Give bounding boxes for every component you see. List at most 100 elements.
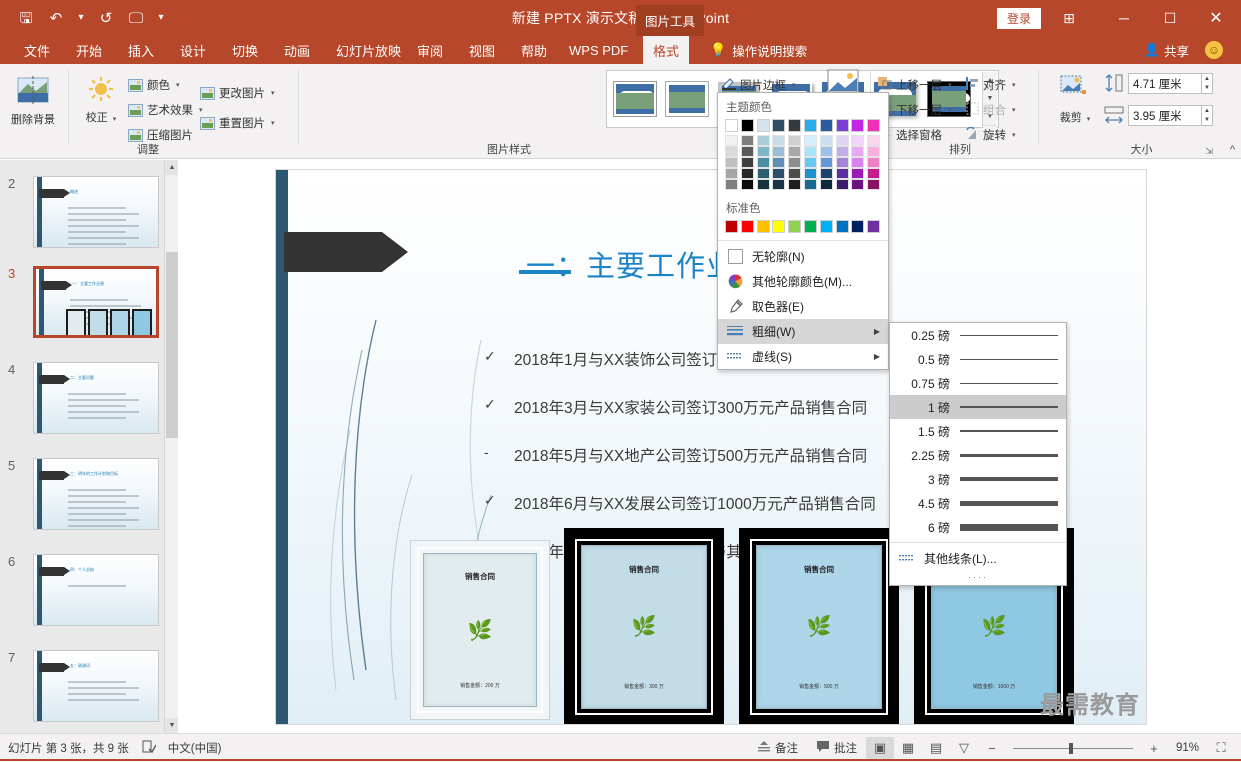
thumbnail-image[interactable]: 概述 [33, 176, 159, 248]
theme-color-swatch[interactable] [772, 146, 786, 157]
standard-color-swatch[interactable] [819, 220, 833, 233]
stepper-down-icon[interactable]: ▼ [1202, 84, 1212, 94]
standard-color-swatch[interactable] [772, 220, 786, 233]
color-button[interactable]: 颜色 ▾ [128, 74, 180, 96]
theme-colors-grid[interactable] [718, 119, 888, 194]
thumbnail-image[interactable]: 四：个人总结 [33, 554, 159, 626]
theme-color-swatch[interactable] [740, 179, 754, 190]
theme-color-swatch[interactable] [740, 146, 754, 157]
tab-3[interactable]: 设计 [170, 36, 216, 64]
tab-2[interactable]: 插入 [118, 36, 164, 64]
theme-color-swatch[interactable] [804, 146, 817, 157]
theme-color-swatch[interactable] [725, 135, 738, 146]
theme-color-swatch[interactable] [725, 168, 738, 179]
notes-button[interactable]: 备注 [748, 737, 807, 759]
theme-color-swatch[interactable] [804, 119, 817, 132]
artistic-effects-button[interactable]: 艺术效果 ▾ [128, 99, 203, 121]
theme-color-swatch[interactable] [835, 146, 849, 157]
slide-thumbnail-pane[interactable]: 2 概述 3 一：主要工作业绩 4 二：主要问题 5 三：明年的工作计划和目标 6 四：个人总结 7… [0, 160, 178, 733]
weight-option-4[interactable]: 1 磅 [890, 395, 1066, 419]
reading-view[interactable]: ▤ [922, 737, 950, 759]
zoom-level[interactable]: 91% [1168, 742, 1207, 754]
thumbnail-image[interactable]: 二：主要问题 [33, 362, 159, 434]
standard-color-swatch[interactable] [804, 220, 817, 233]
share-button[interactable]: 👤 共享 [1144, 36, 1189, 64]
theme-color-swatch[interactable] [867, 135, 881, 146]
menu-item-weight[interactable]: 粗细(W) ▶ [718, 319, 888, 344]
theme-color-column-9[interactable] [851, 119, 865, 190]
theme-color-swatch[interactable] [740, 168, 754, 179]
theme-color-swatch[interactable] [867, 168, 881, 179]
bring-forward-button[interactable]: 上移一层 ▾ [878, 74, 952, 96]
picture-style-2[interactable] [663, 77, 711, 121]
theme-color-swatch[interactable] [835, 119, 849, 132]
theme-color-column-1[interactable] [725, 119, 739, 190]
slide-sorter-view[interactable]: ▦ [894, 737, 922, 759]
standard-color-swatch[interactable] [851, 220, 865, 233]
theme-color-swatch[interactable] [819, 146, 833, 157]
cert-3[interactable]: 销售合同 🌿 销售金额：500 万 [739, 528, 899, 724]
theme-color-swatch[interactable] [788, 168, 802, 179]
undo-dropdown-icon[interactable]: ▾ [72, 4, 90, 32]
tab-8[interactable]: 视图 [459, 36, 505, 64]
standard-colors-grid[interactable] [718, 220, 888, 237]
theme-color-swatch[interactable] [819, 168, 833, 179]
theme-color-swatch[interactable] [851, 135, 865, 146]
redo-icon[interactable]: ↺ [92, 4, 120, 32]
weight-option-1[interactable]: 0.25 磅 [890, 323, 1066, 347]
theme-color-swatch[interactable] [756, 135, 770, 146]
shape-height-stepper[interactable]: ▲ ▼ [1202, 73, 1213, 94]
tab-4[interactable]: 切换 [222, 36, 268, 64]
send-backward-button[interactable]: 下移一层 ▾ [878, 99, 952, 121]
standard-color-swatch[interactable] [867, 220, 881, 233]
slide-editing-area[interactable]: 一：主要工作业绩 ✓ 2018年1月与XX装饰公司签订200万元产品销售合同 ✓ 20… [178, 160, 1241, 733]
slide-thumbnail-4[interactable]: 4 二：主要问题 [0, 362, 178, 438]
menu-item-no-outline[interactable]: 无轮廓(N) [718, 244, 888, 269]
menu-item-eyedropper[interactable]: 取色器(E) [718, 294, 888, 319]
zoom-slider[interactable] [1012, 742, 1133, 754]
chevron-down-icon[interactable]: ▾ [176, 81, 180, 89]
standard-color-swatch[interactable] [835, 220, 849, 233]
chevron-down-icon[interactable]: ▾ [948, 81, 952, 89]
crop-button[interactable]: 裁剪 ▾ [1046, 70, 1104, 125]
slide-thumbnail-5[interactable]: 5 三：明年的工作计划和目标 [0, 458, 178, 534]
theme-color-swatch[interactable] [740, 157, 754, 168]
picture-style-1[interactable] [611, 77, 659, 121]
theme-color-swatch[interactable] [756, 146, 770, 157]
comments-button[interactable]: 批注 [807, 737, 866, 759]
spellcheck-icon[interactable] [141, 740, 157, 757]
theme-color-swatch[interactable] [867, 179, 881, 190]
corrections-button[interactable]: 校正 ▾ [72, 72, 130, 125]
theme-color-swatch[interactable] [835, 168, 849, 179]
align-button[interactable]: 对齐 ▾ [966, 74, 1016, 96]
theme-color-column-7[interactable] [819, 119, 834, 190]
undo-icon[interactable]: ↶ [42, 4, 70, 32]
slide-indicator[interactable]: 幻灯片 第 3 张，共 9 张 [8, 740, 129, 756]
chevron-down-icon[interactable]: ▾ [1087, 116, 1091, 123]
theme-color-swatch[interactable] [788, 146, 802, 157]
theme-color-swatch[interactable] [804, 157, 817, 168]
theme-color-column-2[interactable] [740, 119, 755, 190]
zoom-in-button[interactable]: + [1140, 737, 1168, 759]
chevron-down-icon[interactable]: ▾ [113, 116, 117, 123]
theme-color-swatch[interactable] [819, 179, 833, 190]
slide-thumbnail-7[interactable]: 7 五：致谢词 [0, 650, 178, 726]
standard-color-swatch[interactable] [788, 220, 802, 233]
theme-color-swatch[interactable] [788, 157, 802, 168]
chevron-down-icon[interactable]: ▾ [271, 119, 275, 127]
stepper-up-icon[interactable]: ▲ [1202, 106, 1212, 116]
normal-view[interactable]: ▣ [865, 737, 894, 759]
thumbnail-image[interactable]: 三：明年的工作计划和目标 [33, 458, 159, 530]
weight-option-6[interactable]: 2.25 磅 [890, 443, 1066, 467]
minimize-button[interactable]: ─ [1101, 0, 1147, 36]
theme-color-swatch[interactable] [725, 119, 738, 132]
tab-11[interactable]: 格式 [643, 36, 690, 64]
thumbnail-image[interactable]: 五：致谢词 [33, 650, 159, 722]
remove-background-button[interactable]: 删除背景 [4, 72, 62, 127]
weight-option-8[interactable]: 4.5 磅 [890, 491, 1066, 515]
theme-color-swatch[interactable] [772, 135, 786, 146]
save-icon[interactable]: 🖫 [12, 4, 40, 32]
standard-color-swatch[interactable] [725, 220, 738, 233]
collapse-ribbon-icon[interactable]: ^ [1230, 144, 1235, 156]
zoom-out-button[interactable]: − [978, 737, 1006, 759]
